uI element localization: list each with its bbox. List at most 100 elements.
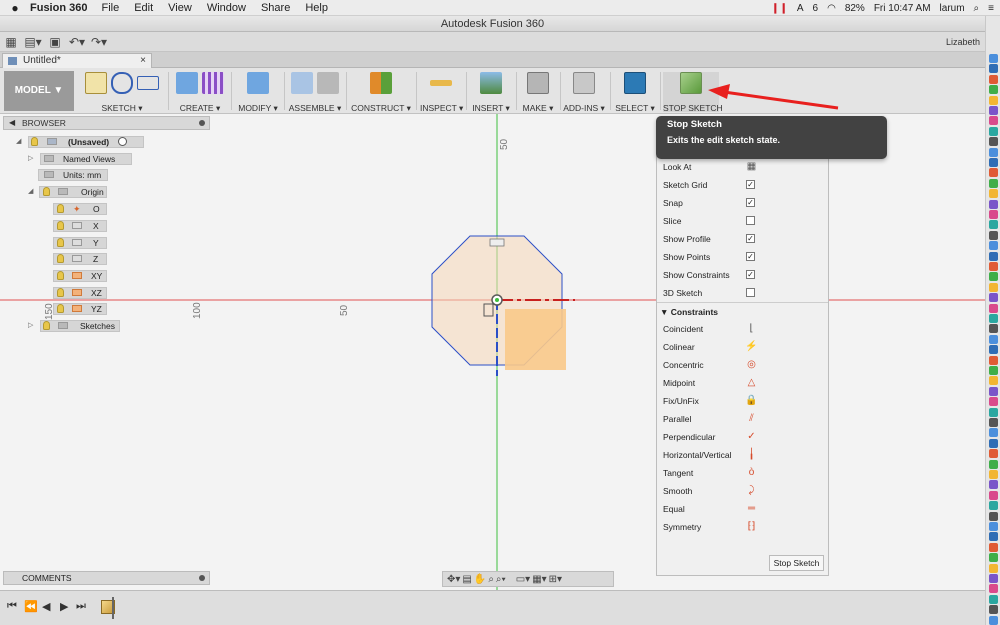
- timeline-marker[interactable]: [112, 597, 118, 619]
- dock-app-icon[interactable]: [989, 407, 998, 417]
- dock-app-icon[interactable]: [989, 262, 998, 271]
- look-at-icon[interactable]: ▦: [745, 160, 758, 173]
- dock-app-icon[interactable]: [989, 438, 998, 448]
- select-group[interactable]: SELECT ▾: [614, 72, 656, 114]
- colinear-icon[interactable]: ⚡: [745, 340, 758, 353]
- tree-node-origin-point[interactable]: ✦ O: [53, 203, 107, 215]
- constraint-lock[interactable]: Fix/UnFix 🔒: [657, 392, 828, 410]
- parallels-icon[interactable]: ❙❙: [771, 3, 788, 14]
- go-to-start-icon[interactable]: ⏮: [7, 600, 17, 613]
- joint-icon[interactable]: [317, 72, 339, 94]
- select-menu-label[interactable]: SELECT ▾: [614, 103, 656, 114]
- menu-help[interactable]: Help: [305, 2, 328, 14]
- tree-node-x-axis[interactable]: X: [53, 220, 107, 232]
- tree-node-units[interactable]: Units: mm: [38, 169, 108, 181]
- smooth-icon[interactable]: ⤸: [745, 484, 758, 497]
- visibility-bulb-icon[interactable]: [57, 204, 64, 213]
- stop-sketch-icon[interactable]: [680, 72, 702, 94]
- visibility-bulb-icon[interactable]: [43, 187, 50, 196]
- dock-app-icon[interactable]: [989, 251, 998, 261]
- visibility-bulb-icon[interactable]: [57, 304, 64, 313]
- tree-node-xy-plane[interactable]: XY: [53, 270, 107, 282]
- browser-header[interactable]: ◀ BROWSER: [3, 116, 210, 130]
- concentric-icon[interactable]: ◎: [745, 358, 758, 371]
- display-settings-icon[interactable]: ▭▾: [516, 574, 530, 585]
- constraint-perpendicular[interactable]: Perpendicular ✓: [657, 428, 828, 446]
- dock-app-icon[interactable]: [989, 553, 998, 563]
- spline-icon[interactable]: [111, 72, 133, 94]
- menu-window[interactable]: Window: [207, 2, 246, 14]
- horizontal-vertical-icon[interactable]: ╽: [745, 448, 758, 461]
- dock-app-icon[interactable]: [989, 563, 998, 573]
- save-icon[interactable]: ▣: [44, 35, 66, 49]
- apple-icon[interactable]: ●: [0, 1, 30, 15]
- constraint-midpoint[interactable]: Midpoint △: [657, 374, 828, 392]
- coincident-icon[interactable]: ⌊: [745, 322, 758, 335]
- expand-icon[interactable]: ▷: [28, 153, 33, 165]
- sketch-menu-label[interactable]: SKETCH ▾: [78, 103, 166, 114]
- workspace-switcher[interactable]: MODEL ▼: [4, 71, 74, 111]
- dock-app-icon[interactable]: [989, 574, 998, 583]
- option-snap[interactable]: Snap ✓: [657, 194, 828, 212]
- tree-node-xz-plane[interactable]: XZ: [53, 287, 107, 299]
- visibility-bulb-icon[interactable]: [57, 254, 64, 263]
- menu-view[interactable]: View: [168, 2, 192, 14]
- user-name[interactable]: larum: [940, 3, 965, 14]
- menu-edit[interactable]: Edit: [134, 2, 153, 14]
- expand-icon[interactable]: ▷: [28, 320, 33, 332]
- spotlight-icon[interactable]: ⌕: [974, 3, 980, 14]
- option-show-constraints[interactable]: Show Constraints ✓: [657, 266, 828, 284]
- create-sketch-icon[interactable]: [85, 72, 107, 94]
- dock-app-icon[interactable]: [989, 85, 998, 95]
- dock-app-icon[interactable]: [989, 158, 998, 167]
- dock-app-icon[interactable]: [989, 220, 998, 230]
- fit-icon[interactable]: ⌕▾: [496, 574, 506, 585]
- dock-app-icon[interactable]: [989, 282, 998, 292]
- 3d-sketch-checkbox[interactable]: [746, 288, 755, 297]
- slice-checkbox[interactable]: [746, 216, 755, 225]
- dock-app-icon[interactable]: [989, 189, 998, 199]
- tree-node-root[interactable]: ◢ (Unsaved): [14, 136, 144, 148]
- go-to-end-icon[interactable]: ⏭: [76, 600, 86, 613]
- inspect-menu-label[interactable]: INSPECT ▾: [420, 103, 463, 114]
- constraint-smooth[interactable]: Smooth ⤸: [657, 482, 828, 500]
- dock-app-icon[interactable]: [989, 64, 998, 74]
- tree-node-yz-plane[interactable]: YZ: [53, 303, 107, 315]
- dock-app-icon[interactable]: [989, 470, 998, 479]
- pin-icon[interactable]: [199, 120, 205, 126]
- visibility-bulb-icon[interactable]: [57, 238, 64, 247]
- dock-app-icon[interactable]: [989, 241, 998, 251]
- dock-app-icon[interactable]: [989, 542, 998, 552]
- zoom-icon[interactable]: ⌕: [488, 574, 494, 585]
- dock-app-icon[interactable]: [989, 532, 998, 542]
- constraint-symmetry[interactable]: Symmetry ⁅⁆: [657, 518, 828, 536]
- comments-panel[interactable]: COMMENTS: [3, 571, 210, 585]
- scripts-icon[interactable]: [573, 72, 595, 94]
- parallel-icon[interactable]: ⫽: [745, 412, 758, 425]
- option-3d-sketch[interactable]: 3D Sketch: [657, 284, 828, 302]
- dock-app-icon[interactable]: [989, 355, 998, 365]
- dock-app-icon[interactable]: [989, 605, 998, 615]
- show-constraints-checkbox[interactable]: ✓: [746, 270, 755, 279]
- dock-app-icon[interactable]: [989, 168, 998, 178]
- measure-icon[interactable]: [430, 80, 452, 86]
- 3d-print-icon[interactable]: [527, 72, 549, 94]
- option-show-profile[interactable]: Show Profile ✓: [657, 230, 828, 248]
- design-canvas[interactable]: 50 100 150 50: [0, 114, 985, 590]
- assemble-menu-label[interactable]: ASSEMBLE ▾: [288, 103, 342, 114]
- dock-app-icon[interactable]: [989, 615, 998, 625]
- snap-checkbox[interactable]: ✓: [746, 198, 755, 207]
- construct-menu-label[interactable]: CONSTRUCT ▾: [350, 103, 412, 114]
- sketch-group[interactable]: SKETCH ▾: [78, 72, 166, 114]
- play-back-icon[interactable]: ◀: [42, 600, 50, 613]
- undo-icon[interactable]: ↶▾: [66, 35, 88, 49]
- dock-app-icon[interactable]: [989, 106, 998, 115]
- play-icon[interactable]: ▶: [60, 600, 68, 613]
- menu-share[interactable]: Share: [261, 2, 290, 14]
- dock-app-icon[interactable]: [989, 397, 998, 407]
- constraint-coincident[interactable]: Coincident ⌊: [657, 320, 828, 338]
- visibility-bulb-icon[interactable]: [57, 271, 64, 280]
- visibility-bulb-icon[interactable]: [57, 221, 64, 230]
- constraint-tangent[interactable]: Tangent ò: [657, 464, 828, 482]
- expand-icon[interactable]: ◢: [28, 186, 33, 198]
